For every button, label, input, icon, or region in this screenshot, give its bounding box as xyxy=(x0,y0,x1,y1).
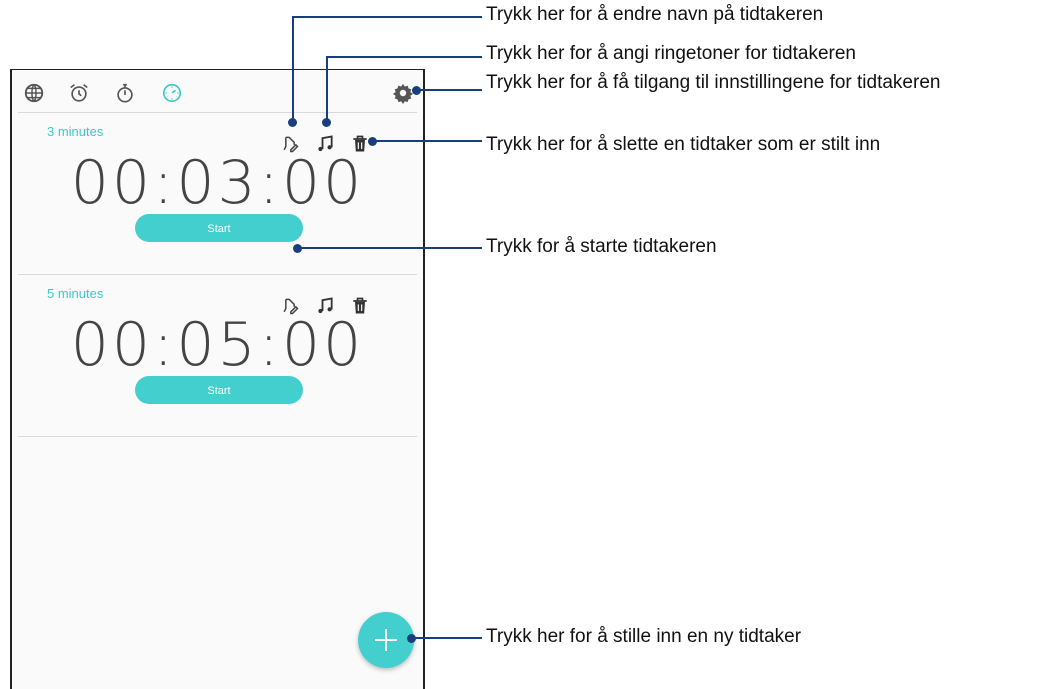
timer-countdown: 00:03:00 xyxy=(70,148,365,218)
callout-text-rename: Trykk her for å endre navn på tidtakeren xyxy=(486,4,824,25)
start-button[interactable]: Start xyxy=(135,214,303,242)
tab-bar xyxy=(12,70,423,112)
stopwatch-icon[interactable] xyxy=(114,82,136,104)
alarm-clock-icon[interactable] xyxy=(68,82,90,104)
callout-text-ringtone: Trykk her for å angi ringetoner for tidt… xyxy=(486,43,856,64)
add-timer-button[interactable] xyxy=(358,612,414,668)
divider xyxy=(18,112,417,113)
timer-card: 3 minutes 00:03:00 Start xyxy=(12,114,423,276)
callout-text-add: Trykk her for å stille inn en ny tidtake… xyxy=(486,626,802,647)
callout-text-delete: Trykk her for å slette en tidtaker som e… xyxy=(486,134,881,155)
timer-icon[interactable] xyxy=(161,82,183,104)
callout-text-start: Trykk for å starte tidtakeren xyxy=(486,236,717,257)
divider xyxy=(18,436,417,437)
globe-icon[interactable] xyxy=(23,82,45,104)
timer-countdown: 00:05:00 xyxy=(70,310,365,380)
start-button[interactable]: Start xyxy=(135,376,303,404)
timer-name[interactable]: 3 minutes xyxy=(47,124,103,139)
callout-text-settings: Trykk her for å få tilgang til innstilli… xyxy=(486,72,941,93)
timer-name[interactable]: 5 minutes xyxy=(47,286,103,301)
gear-icon[interactable] xyxy=(392,82,414,104)
timer-card: 5 minutes 00:05:00 Start xyxy=(12,276,423,438)
divider xyxy=(18,274,417,275)
timer-app-screen: 3 minutes 00:03:00 Start 5 minutes 00:05… xyxy=(10,69,425,689)
